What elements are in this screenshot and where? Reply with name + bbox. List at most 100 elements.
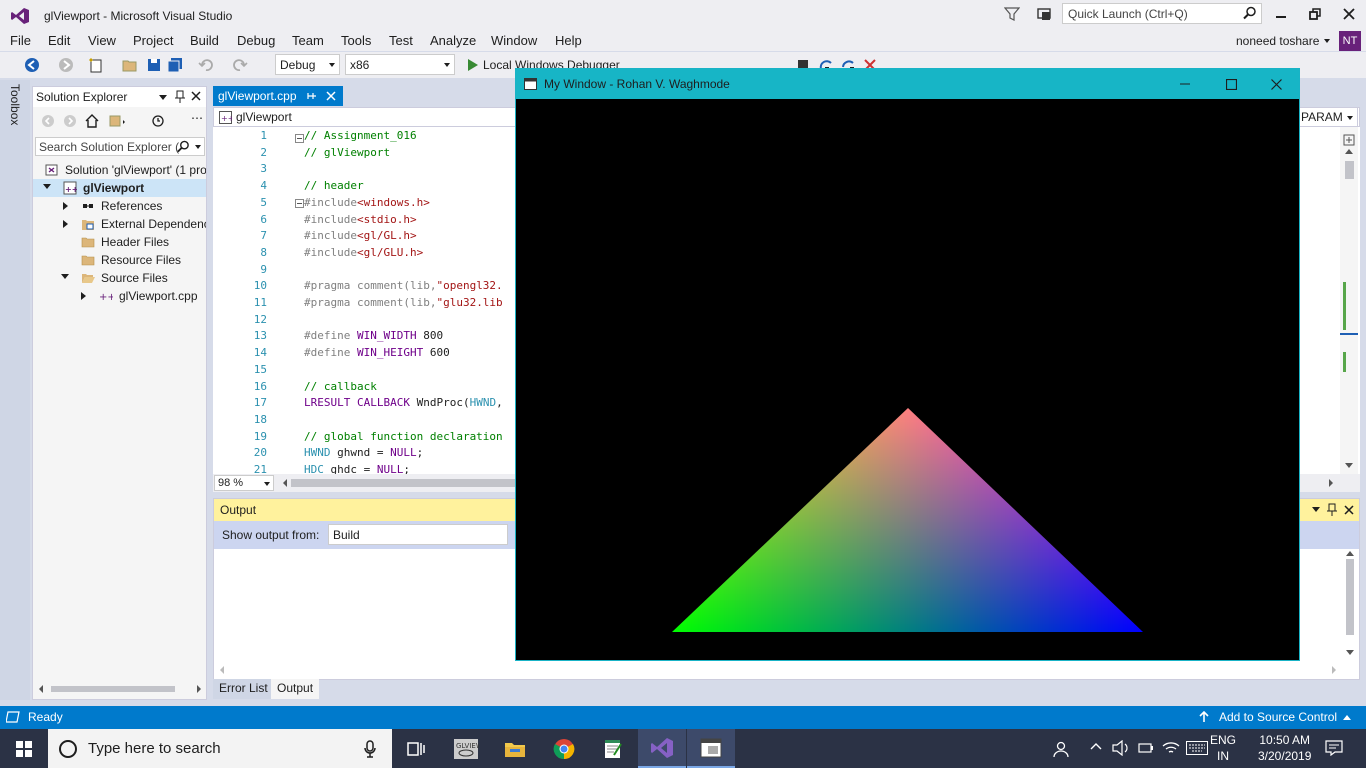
back-icon[interactable] [41,114,55,128]
pin-icon[interactable] [1327,503,1337,517]
save-all-icon[interactable] [167,57,183,73]
minimize-button[interactable] [1264,0,1298,28]
tree-item[interactable]: ++ glViewport [33,179,206,197]
zoom-select[interactable]: 98 % [214,475,274,491]
power-icon[interactable] [1137,741,1155,755]
close-icon[interactable] [191,91,201,101]
vertical-scrollbar[interactable] [1340,127,1358,474]
gl-minimize-button[interactable] [1162,69,1208,99]
scroll-left-icon[interactable] [281,478,289,488]
horizontal-scrollbar[interactable] [37,683,203,695]
start-debugging-icon[interactable] [465,57,481,73]
pin-icon[interactable] [307,90,317,102]
gl-maximize-button[interactable] [1208,69,1254,99]
navigate-forward-icon[interactable] [58,57,74,73]
volume-icon[interactable] [1112,740,1130,756]
open-file-icon[interactable] [122,57,138,73]
toolbox-tab[interactable]: Toolbox [0,80,30,700]
glview-app-icon[interactable]: GLVIEW [442,729,490,768]
close-button[interactable] [1332,0,1366,28]
home-icon[interactable] [85,114,99,128]
expanded-arrow-icon[interactable] [43,184,51,189]
switch-views-icon[interactable] [109,114,127,128]
menu-view[interactable]: View [88,33,116,48]
tab-error-list[interactable]: Error List [213,679,274,699]
collapse-region-icon[interactable] [295,199,304,208]
action-center-icon[interactable] [1325,740,1343,756]
file-explorer-icon[interactable] [491,729,539,768]
taskbar-search-box[interactable]: Type here to search [48,729,392,768]
member-dropdown[interactable]: PARAM [1298,107,1358,127]
user-dropdown-icon[interactable] [1324,39,1330,43]
expanded-arrow-icon[interactable] [61,274,69,279]
platform-select[interactable]: x86 [345,54,455,75]
menu-test[interactable]: Test [389,33,413,48]
undo-icon[interactable] [198,57,214,73]
tab-glviewport-cpp[interactable]: glViewport.cpp [213,86,343,106]
task-view-icon[interactable] [392,729,440,768]
feedback-icon[interactable] [1036,6,1052,22]
opengl-render-area[interactable] [516,99,1299,660]
close-icon[interactable] [326,91,336,101]
menu-edit[interactable]: Edit [48,33,70,48]
system-clock[interactable]: 10:50 AM 3/20/2019 [1258,732,1311,764]
collapsed-arrow-icon[interactable] [63,202,68,210]
redo-icon[interactable] [232,57,248,73]
forward-icon[interactable] [63,114,77,128]
menu-project[interactable]: Project [133,33,173,48]
input-language-indicator[interactable]: ENG IN [1210,732,1236,764]
tree-item[interactable]: References [33,197,206,215]
collapsed-arrow-icon[interactable] [63,220,68,228]
pending-changes-icon[interactable] [151,114,169,128]
more-tools-icon[interactable]: ⋯ [191,111,203,125]
add-to-source-control-button[interactable]: Add to Source Control [1219,710,1337,724]
tab-output[interactable]: Output [271,679,320,699]
people-icon[interactable] [1052,740,1070,758]
scroll-right-icon[interactable] [1327,478,1335,488]
filter-icon[interactable] [1004,6,1020,22]
menu-build[interactable]: Build [190,33,219,48]
opengl-window[interactable]: My Window - Rohan V. Waghmode [515,68,1300,661]
restore-button[interactable] [1298,0,1332,28]
panel-menu-icon[interactable] [159,95,167,100]
avatar[interactable]: NT [1339,31,1361,51]
tray-chevron-up-icon[interactable] [1090,742,1102,750]
new-project-icon[interactable] [88,57,104,73]
visual-studio-icon[interactable] [638,729,686,768]
menu-team[interactable]: Team [292,33,324,48]
chevron-up-icon[interactable] [1343,715,1351,720]
horizontal-scroll-thumb[interactable] [291,479,521,487]
chevron-down-icon[interactable] [195,145,201,149]
menu-window[interactable]: Window [491,33,537,48]
solution-config-select[interactable]: Debug [275,54,340,75]
collapse-region-icon[interactable] [295,134,304,143]
menu-debug[interactable]: Debug [237,33,275,48]
gl-close-button[interactable] [1253,69,1299,99]
pin-icon[interactable] [175,90,185,104]
close-icon[interactable] [1344,505,1354,515]
menu-help[interactable]: Help [555,33,582,48]
tree-item[interactable]: Solution 'glViewport' (1 pro [33,161,206,179]
tree-item[interactable]: Header Files [33,233,206,251]
chrome-icon[interactable] [540,729,588,768]
quick-launch-input[interactable]: Quick Launch (Ctrl+Q) [1062,3,1262,24]
opengl-window-icon[interactable] [687,729,735,768]
output-source-select[interactable]: Build [328,524,508,545]
solution-search-input[interactable]: Search Solution Explorer ( [35,137,205,156]
menu-analyze[interactable]: Analyze [430,33,476,48]
user-name[interactable]: noneed toshare [1236,34,1319,48]
menu-tools[interactable]: Tools [341,33,371,48]
menu-file[interactable]: File [10,33,31,48]
microphone-icon[interactable] [364,740,376,758]
navigate-back-icon[interactable] [24,57,40,73]
opengl-window-titlebar[interactable]: My Window - Rohan V. Waghmode [516,69,1299,99]
tree-item[interactable]: Resource Files [33,251,206,269]
tree-item[interactable]: ++ glViewport.cpp [33,287,206,305]
tree-item[interactable]: Source Files [33,269,206,287]
keyboard-icon[interactable] [1186,741,1208,755]
panel-menu-icon[interactable] [1312,507,1320,512]
start-button[interactable] [0,729,48,768]
tree-item[interactable]: External Dependenci [33,215,206,233]
wifi-icon[interactable] [1162,740,1180,756]
collapsed-arrow-icon[interactable] [81,292,86,300]
